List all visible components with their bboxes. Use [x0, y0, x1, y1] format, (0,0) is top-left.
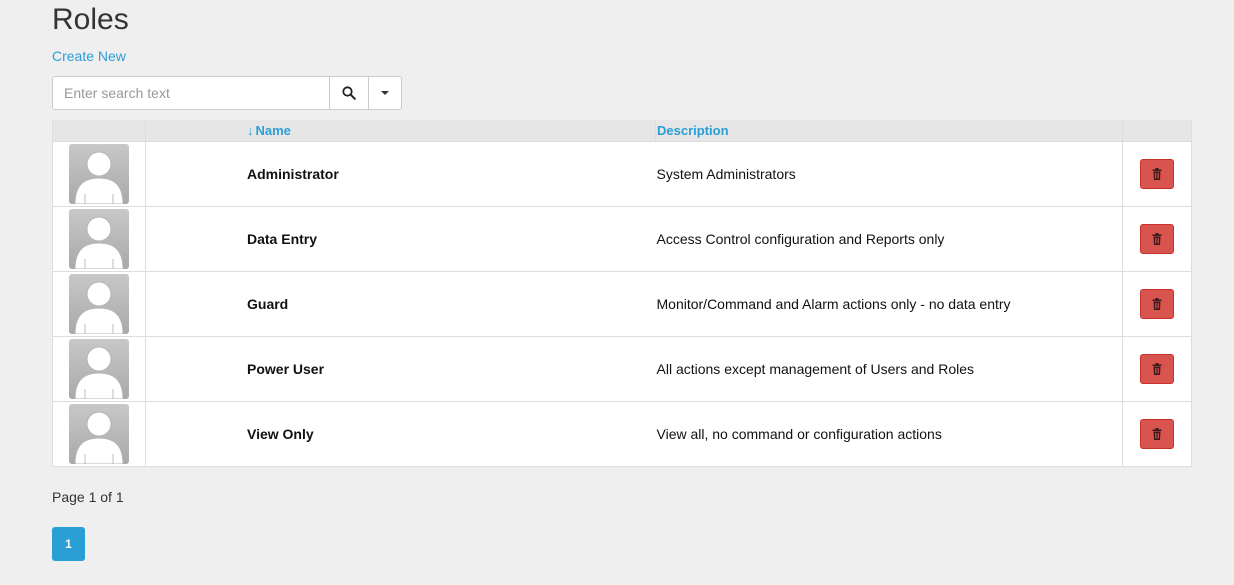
avatar-cell	[52, 271, 146, 337]
table-row[interactable]: Guard Monitor/Command and Alarm actions o…	[52, 271, 1192, 337]
table-row[interactable]: View Only View all, no command or configu…	[52, 401, 1192, 467]
actions-column-header	[1122, 120, 1192, 142]
role-description: Monitor/Command and Alarm actions only -…	[655, 271, 1123, 337]
table-row[interactable]: Power User All actions except management …	[52, 336, 1192, 402]
search-button[interactable]	[330, 76, 369, 110]
actions-cell	[1122, 336, 1192, 402]
search-group	[52, 76, 402, 110]
trash-icon	[1152, 363, 1162, 375]
table-row[interactable]: Administrator System Administrators	[52, 141, 1192, 207]
trash-icon	[1152, 233, 1162, 245]
search-input[interactable]	[52, 76, 330, 110]
trash-icon	[1152, 168, 1162, 180]
delete-button[interactable]	[1140, 224, 1174, 254]
role-description: View all, no command or configuration ac…	[655, 401, 1123, 467]
role-name[interactable]: Administrator	[145, 141, 656, 207]
role-description: All actions except management of Users a…	[655, 336, 1123, 402]
table-header-row: ↓ Name Description	[52, 120, 1192, 142]
name-column-label: Name	[255, 123, 291, 138]
delete-button[interactable]	[1140, 159, 1174, 189]
role-name[interactable]: Power User	[145, 336, 656, 402]
avatar-cell	[52, 336, 146, 402]
actions-cell	[1122, 271, 1192, 337]
avatar-placeholder-icon	[69, 274, 129, 334]
role-description: Access Control configuration and Reports…	[655, 206, 1123, 272]
role-name[interactable]: View Only	[145, 401, 656, 467]
actions-cell	[1122, 401, 1192, 467]
actions-cell	[1122, 206, 1192, 272]
roles-table-body: Administrator System Administrators Data E…	[52, 141, 1192, 467]
avatar-cell	[52, 206, 146, 272]
name-column-header[interactable]: ↓ Name	[145, 120, 656, 142]
avatar-column-header	[52, 120, 146, 142]
avatar-cell	[52, 141, 146, 207]
page-title: Roles	[52, 3, 129, 36]
role-name[interactable]: Guard	[145, 271, 656, 337]
page-button-1[interactable]: 1	[52, 527, 85, 561]
search-icon	[342, 86, 356, 100]
roles-table: ↓ Name Description Administrator System Ad…	[52, 120, 1192, 467]
roles-page: Roles Create New ↓Name Description	[0, 0, 1234, 585]
avatar-placeholder-icon	[69, 339, 129, 399]
actions-cell	[1122, 141, 1192, 207]
avatar-placeholder-icon	[69, 144, 129, 204]
role-name[interactable]: Data Entry	[145, 206, 656, 272]
search-options-dropdown[interactable]	[369, 76, 402, 110]
avatar-placeholder-icon	[69, 404, 129, 464]
description-column-label: Description	[657, 123, 729, 138]
delete-button[interactable]	[1140, 354, 1174, 384]
sort-desc-arrow-icon: ↓	[247, 123, 254, 138]
avatar-placeholder-icon	[69, 209, 129, 269]
create-new-link[interactable]: Create New	[52, 47, 126, 65]
delete-button[interactable]	[1140, 289, 1174, 319]
trash-icon	[1152, 298, 1162, 310]
caret-down-icon	[381, 91, 389, 95]
role-description: System Administrators	[655, 141, 1123, 207]
table-row[interactable]: Data Entry Access Control configuration a…	[52, 206, 1192, 272]
pagination-info: Page 1 of 1	[52, 489, 124, 505]
description-column-header[interactable]: Description	[655, 120, 1123, 142]
delete-button[interactable]	[1140, 419, 1174, 449]
avatar-cell	[52, 401, 146, 467]
trash-icon	[1152, 428, 1162, 440]
